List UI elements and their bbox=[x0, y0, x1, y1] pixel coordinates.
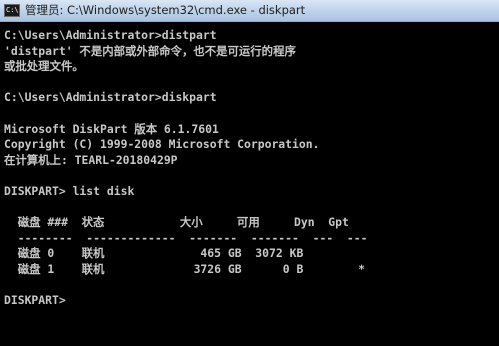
console-line: 磁盘 ### 状态 大小 可用 Dyn Gpt bbox=[4, 215, 349, 230]
console-line: -------- ------------- ------- ------- -… bbox=[4, 230, 368, 245]
console-window-icon[interactable]: C:\ bbox=[4, 4, 20, 17]
console-line: C:\Users\Administrator>diskpart bbox=[4, 90, 217, 105]
cmd-window: C:\ 管理员: C:\Windows\system32\cmd.exe - d… bbox=[0, 0, 499, 346]
console-line: 磁盘 1 联机 3726 GB 0 B * bbox=[4, 261, 366, 276]
console-line: DISKPART> list disk bbox=[4, 183, 135, 198]
console-prompt[interactable]: DISKPART> bbox=[4, 293, 367, 309]
console-line: 在计算机上: TEARL-20180429P bbox=[4, 152, 178, 167]
console-line: Microsoft DiskPart 版本 6.1.7601 bbox=[4, 121, 219, 136]
console-output: C:\Users\Administrator>distpart'distpart… bbox=[4, 28, 367, 309]
console-line: C:\Users\Administrator>distpart bbox=[4, 28, 217, 42]
console-line: 磁盘 0 联机 465 GB 3072 KB bbox=[4, 246, 304, 261]
console-line: 'distpart' 不是内部或外部命令，也不是可运行的程序 bbox=[4, 43, 296, 58]
console-line: 或批处理文件。 bbox=[4, 59, 84, 74]
window-title: 管理员: C:\Windows\system32\cmd.exe - diskp… bbox=[25, 3, 306, 17]
console-area[interactable]: C:\Users\Administrator>distpart'distpart… bbox=[0, 22, 499, 346]
title-bar[interactable]: C:\ 管理员: C:\Windows\system32\cmd.exe - d… bbox=[0, 0, 499, 22]
console-line: Copyright (C) 1999-2008 Microsoft Corpor… bbox=[4, 137, 320, 152]
